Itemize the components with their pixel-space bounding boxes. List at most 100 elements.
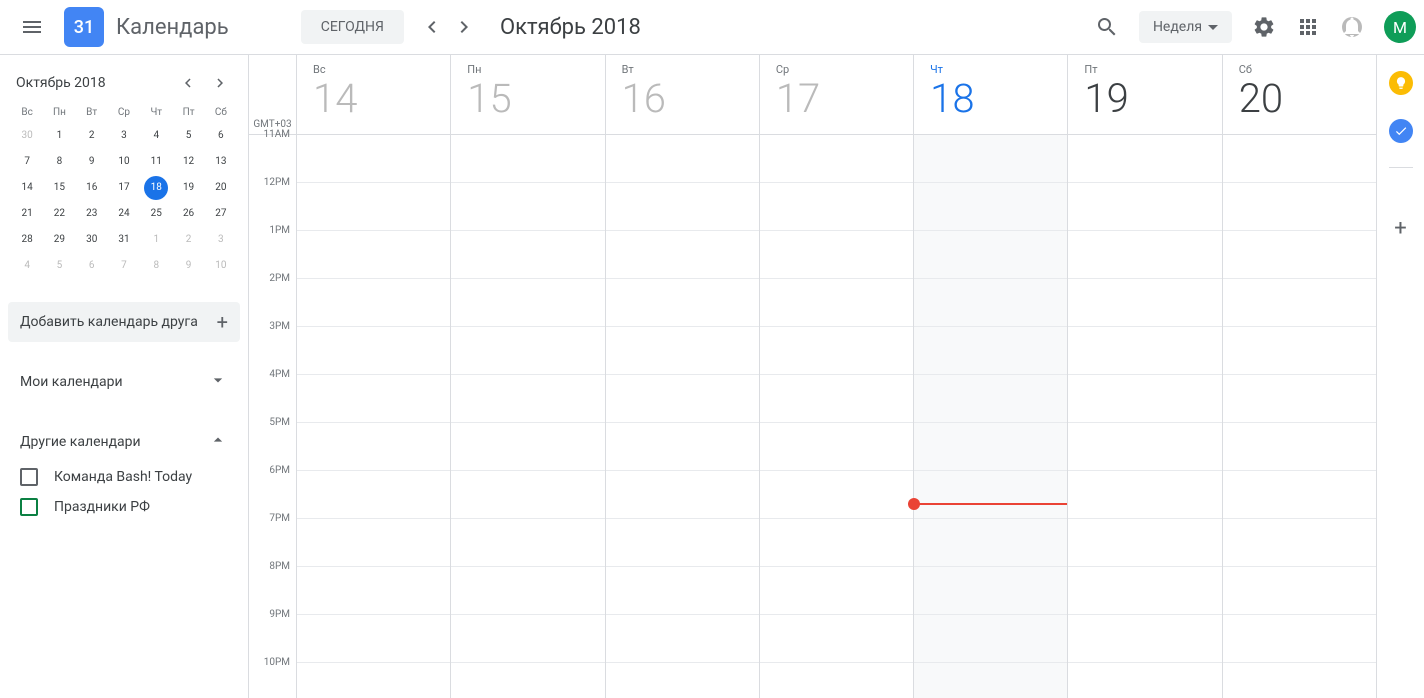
hour-cell[interactable] (606, 471, 759, 519)
hour-cell[interactable] (606, 615, 759, 663)
hour-cell[interactable] (606, 183, 759, 231)
day-body[interactable] (1223, 135, 1376, 698)
search-button[interactable] (1087, 7, 1127, 47)
mini-day-cell[interactable]: 1 (47, 124, 71, 148)
mini-day-cell[interactable]: 28 (15, 228, 39, 252)
mini-day-cell[interactable]: 21 (15, 202, 39, 226)
day-column[interactable]: Вт16 (605, 55, 759, 698)
hour-cell[interactable] (451, 375, 604, 423)
hour-cell[interactable] (1223, 135, 1376, 183)
hour-cell[interactable] (914, 375, 1067, 423)
day-body[interactable] (451, 135, 604, 698)
day-header[interactable]: Пт19 (1068, 55, 1221, 135)
mini-day-cell[interactable]: 10 (112, 150, 136, 174)
mini-day-cell[interactable]: 14 (15, 176, 39, 200)
calendar-checkbox[interactable] (20, 498, 38, 516)
mini-day-cell[interactable]: 4 (144, 124, 168, 148)
hour-cell[interactable] (451, 471, 604, 519)
hour-cell[interactable] (1223, 183, 1376, 231)
mini-day-cell[interactable]: 22 (47, 202, 71, 226)
hour-cell[interactable] (451, 183, 604, 231)
hour-cell[interactable] (1068, 135, 1221, 183)
hour-cell[interactable] (451, 279, 604, 327)
mini-day-cell[interactable]: 20 (209, 176, 233, 200)
mini-day-cell[interactable]: 29 (47, 228, 71, 252)
hour-cell[interactable] (1068, 423, 1221, 471)
mini-day-cell[interactable]: 3 (112, 124, 136, 148)
mini-day-cell[interactable]: 5 (47, 254, 71, 278)
mini-day-cell[interactable]: 1 (144, 228, 168, 252)
hour-cell[interactable] (1223, 375, 1376, 423)
mini-day-cell[interactable]: 24 (112, 202, 136, 226)
mini-next-month[interactable] (208, 71, 232, 95)
mini-day-cell[interactable]: 10 (209, 254, 233, 278)
hour-cell[interactable] (914, 471, 1067, 519)
hour-cell[interactable] (914, 423, 1067, 471)
mini-day-cell[interactable]: 19 (177, 176, 201, 200)
day-header[interactable]: Вт16 (606, 55, 759, 135)
hour-cell[interactable] (1223, 231, 1376, 279)
next-week-button[interactable] (448, 11, 480, 43)
hour-cell[interactable] (1068, 279, 1221, 327)
notifications-button[interactable] (1332, 7, 1372, 47)
tasks-addon[interactable] (1389, 119, 1413, 143)
mini-day-cell[interactable]: 23 (80, 202, 104, 226)
mini-day-cell[interactable]: 9 (177, 254, 201, 278)
hour-cell[interactable] (297, 135, 450, 183)
hour-cell[interactable] (606, 231, 759, 279)
hour-cell[interactable] (606, 279, 759, 327)
hour-cell[interactable] (760, 327, 913, 375)
hour-cell[interactable] (451, 135, 604, 183)
day-header[interactable]: Пн15 (451, 55, 604, 135)
hour-cell[interactable] (1223, 423, 1376, 471)
hour-cell[interactable] (1223, 615, 1376, 663)
day-header[interactable]: Вс14 (297, 55, 450, 135)
hour-cell[interactable] (451, 327, 604, 375)
mini-day-cell[interactable]: 30 (80, 228, 104, 252)
mini-day-cell[interactable]: 7 (112, 254, 136, 278)
hour-cell[interactable] (297, 567, 450, 615)
day-header[interactable]: Ср17 (760, 55, 913, 135)
apps-button[interactable] (1288, 7, 1328, 47)
other-calendars-toggle[interactable]: Другие календари (8, 422, 240, 462)
hour-cell[interactable] (914, 519, 1067, 567)
mini-day-cell[interactable]: 16 (80, 176, 104, 200)
hour-cell[interactable] (606, 423, 759, 471)
mini-day-cell[interactable]: 2 (80, 124, 104, 148)
hour-cell[interactable] (297, 615, 450, 663)
hour-cell[interactable] (297, 375, 450, 423)
hour-cell[interactable] (1068, 375, 1221, 423)
hour-cell[interactable] (451, 423, 604, 471)
hour-cell[interactable] (760, 567, 913, 615)
mini-day-cell[interactable]: 13 (209, 150, 233, 174)
hour-cell[interactable] (451, 567, 604, 615)
keep-addon[interactable] (1389, 71, 1413, 95)
hour-cell[interactable] (451, 615, 604, 663)
day-header[interactable]: Сб20 (1223, 55, 1376, 135)
hour-cell[interactable] (1068, 519, 1221, 567)
hour-cell[interactable] (1223, 279, 1376, 327)
hour-cell[interactable] (914, 567, 1067, 615)
hour-cell[interactable] (914, 279, 1067, 327)
day-body[interactable] (760, 135, 913, 698)
hour-cell[interactable] (1068, 615, 1221, 663)
day-body[interactable] (1068, 135, 1221, 698)
day-column[interactable]: Пт19 (1067, 55, 1221, 698)
day-body[interactable] (914, 135, 1067, 698)
hour-cell[interactable] (1068, 327, 1221, 375)
mini-day-cell[interactable]: 11 (144, 150, 168, 174)
hour-cell[interactable] (1068, 231, 1221, 279)
settings-button[interactable] (1244, 7, 1284, 47)
mini-day-cell[interactable]: 17 (112, 176, 136, 200)
mini-day-cell[interactable]: 4 (15, 254, 39, 278)
day-column[interactable]: Пн15 (450, 55, 604, 698)
hour-cell[interactable] (1223, 663, 1376, 698)
day-header[interactable]: Чт18 (914, 55, 1067, 135)
hour-cell[interactable] (451, 519, 604, 567)
hour-cell[interactable] (297, 231, 450, 279)
hour-cell[interactable] (914, 327, 1067, 375)
mini-day-cell[interactable]: 6 (209, 124, 233, 148)
hour-cell[interactable] (606, 135, 759, 183)
hour-cell[interactable] (606, 663, 759, 698)
hour-cell[interactable] (914, 231, 1067, 279)
